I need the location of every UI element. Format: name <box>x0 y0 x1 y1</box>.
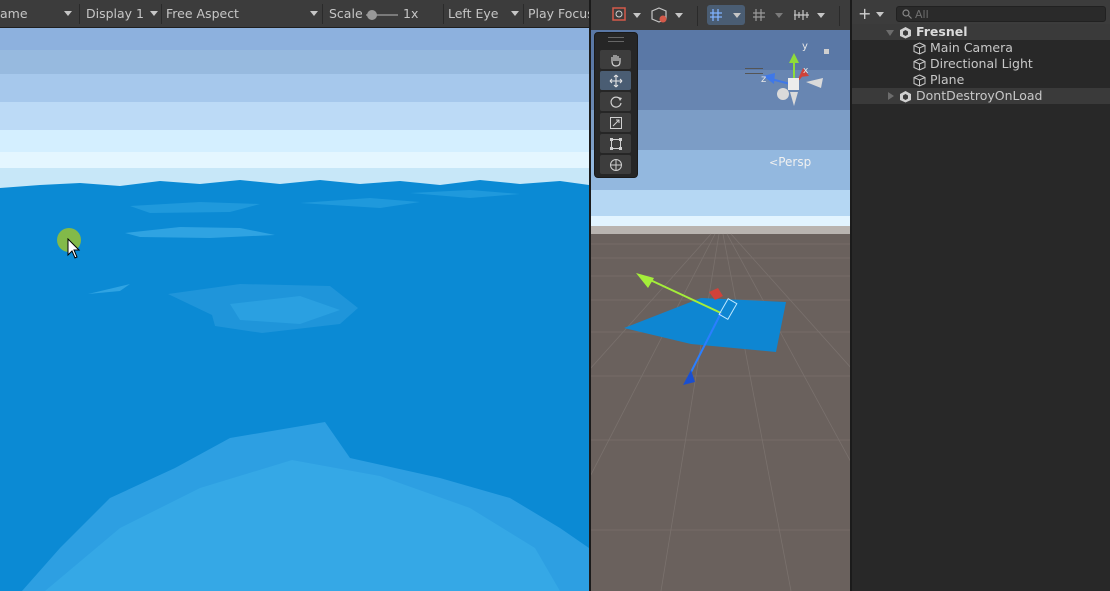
grid-visibility-dropdown[interactable] <box>751 5 787 25</box>
search-icon <box>902 9 912 19</box>
hierarchy-item-label: Fresnel <box>916 24 968 39</box>
grid-snap-toggle[interactable] <box>707 5 745 25</box>
projection-toggle[interactable]: <Persp <box>769 155 811 169</box>
sky-band <box>0 28 589 50</box>
play-focus-label: Play Focus <box>528 6 594 21</box>
expand-arrow-icon[interactable] <box>886 30 894 36</box>
game-render-view[interactable] <box>0 28 589 591</box>
move-icon <box>609 74 622 87</box>
play-focus-dropdown[interactable]: Play Focus <box>528 0 594 28</box>
display-label: Display 1 <box>86 6 145 21</box>
hand-tool-button[interactable] <box>600 50 631 69</box>
cube-icon <box>651 7 683 23</box>
move-tool-button[interactable] <box>600 71 631 90</box>
scale-label: Scale <box>329 6 363 21</box>
horizon-glow <box>591 216 850 226</box>
chevron-down-icon <box>64 11 72 16</box>
gameobject-cube-icon <box>913 42 926 55</box>
ground-plane <box>591 234 850 591</box>
rect-tool-button[interactable] <box>600 134 631 153</box>
add-object-button[interactable]: + <box>858 6 886 22</box>
gizmo-drag-handle[interactable] <box>745 68 763 74</box>
chevron-down-icon <box>310 11 318 16</box>
gameobject-cube-icon <box>913 74 926 87</box>
game-view-name-label: ame <box>0 6 28 21</box>
eye-dropdown[interactable]: Left Eye <box>448 0 498 28</box>
display-dropdown[interactable]: Display 1 <box>86 0 144 28</box>
scene-toolbar <box>591 0 850 30</box>
scene-view-panel: y x z <Persp <box>591 0 850 591</box>
toolbar-divider <box>161 4 162 24</box>
projection-label: Persp <box>778 155 812 169</box>
hierarchy-item-label: Main Camera <box>930 40 1013 55</box>
gameobject-cube-icon <box>913 58 926 71</box>
toolbar-divider <box>79 4 80 24</box>
hierarchy-scene-row[interactable]: Fresnel <box>852 24 1110 40</box>
hierarchy-item-label: DontDestroyOnLoad <box>916 88 1043 103</box>
toolbar-divider <box>839 6 840 26</box>
hierarchy-scene-row[interactable]: DontDestroyOnLoad <box>852 88 1110 104</box>
toolbar-divider <box>322 4 323 24</box>
sky-band <box>0 50 589 74</box>
grid-snap-icon <box>710 9 741 21</box>
axis-y-label: y <box>802 41 808 52</box>
transform-tool-button[interactable] <box>600 155 631 174</box>
horizon-glow <box>0 152 589 168</box>
scale-value: 1x <box>403 6 419 21</box>
hierarchy-item[interactable]: Main Camera <box>852 40 1110 56</box>
rotate-tool-button[interactable] <box>600 92 631 111</box>
rect-transform-icon <box>609 137 622 150</box>
chevron-down-icon <box>876 12 884 17</box>
scale-slider-knob[interactable] <box>367 10 377 20</box>
ruler-icon <box>794 10 825 20</box>
eye-label: Left Eye <box>448 6 499 21</box>
game-view-panel: ame Display 1 Free Aspect Scale 1x Left … <box>0 0 594 591</box>
toolbar-divider <box>697 6 698 26</box>
sky-band <box>0 102 589 130</box>
chevron-down-icon <box>511 11 519 16</box>
toolbar-divider <box>523 4 524 24</box>
hand-icon <box>610 54 621 67</box>
sky-band <box>0 130 589 152</box>
scene-render-view[interactable]: y x z <Persp <box>591 30 850 591</box>
sky-band <box>0 74 589 102</box>
scale-tool-button[interactable] <box>600 113 631 132</box>
sky-band <box>591 190 850 216</box>
toolbar-divider <box>443 4 444 24</box>
ocean-scene <box>0 28 589 591</box>
aspect-dropdown[interactable]: Free Aspect <box>166 0 239 28</box>
scale-icon <box>609 116 622 129</box>
axis-z-label: z <box>761 74 766 85</box>
plus-icon: + <box>858 4 872 23</box>
shading-mode-icon <box>612 7 641 21</box>
unity-scene-icon <box>900 91 911 103</box>
horizon-haze <box>591 226 850 234</box>
increment-snap-dropdown[interactable] <box>791 5 831 25</box>
hierarchy-item[interactable]: Plane <box>852 72 1110 88</box>
search-input[interactable] <box>915 7 1101 21</box>
grid-icon <box>753 9 783 21</box>
hierarchy-item-label: Plane <box>930 72 965 87</box>
unity-scene-icon <box>900 27 911 39</box>
hierarchy-toolbar: + <box>852 0 1110 27</box>
chevron-down-icon <box>150 11 158 16</box>
transform-icon <box>609 158 622 171</box>
rotate-icon <box>609 96 622 108</box>
game-view-name-dropdown[interactable]: ame <box>0 0 28 28</box>
aspect-label: Free Aspect <box>166 6 239 21</box>
axis-x-label: x <box>803 66 809 76</box>
overlay-drag-handle[interactable] <box>608 37 624 42</box>
hierarchy-item-label: Directional Light <box>930 56 1033 71</box>
tools-overlay <box>594 32 638 178</box>
game-toolbar: ame Display 1 Free Aspect Scale 1x Left … <box>0 0 594 28</box>
hierarchy-search[interactable] <box>896 6 1106 22</box>
collapse-arrow-icon[interactable] <box>888 92 894 100</box>
draw-mode-dropdown[interactable] <box>609 5 645 25</box>
chevron-left-icon: < <box>769 156 779 169</box>
hierarchy-panel: + Fresnel Main Camera Directional Light <box>852 0 1110 591</box>
mouse-cursor-icon <box>67 238 81 259</box>
render-mode-dropdown[interactable] <box>649 5 689 25</box>
hierarchy-item[interactable]: Directional Light <box>852 56 1110 72</box>
